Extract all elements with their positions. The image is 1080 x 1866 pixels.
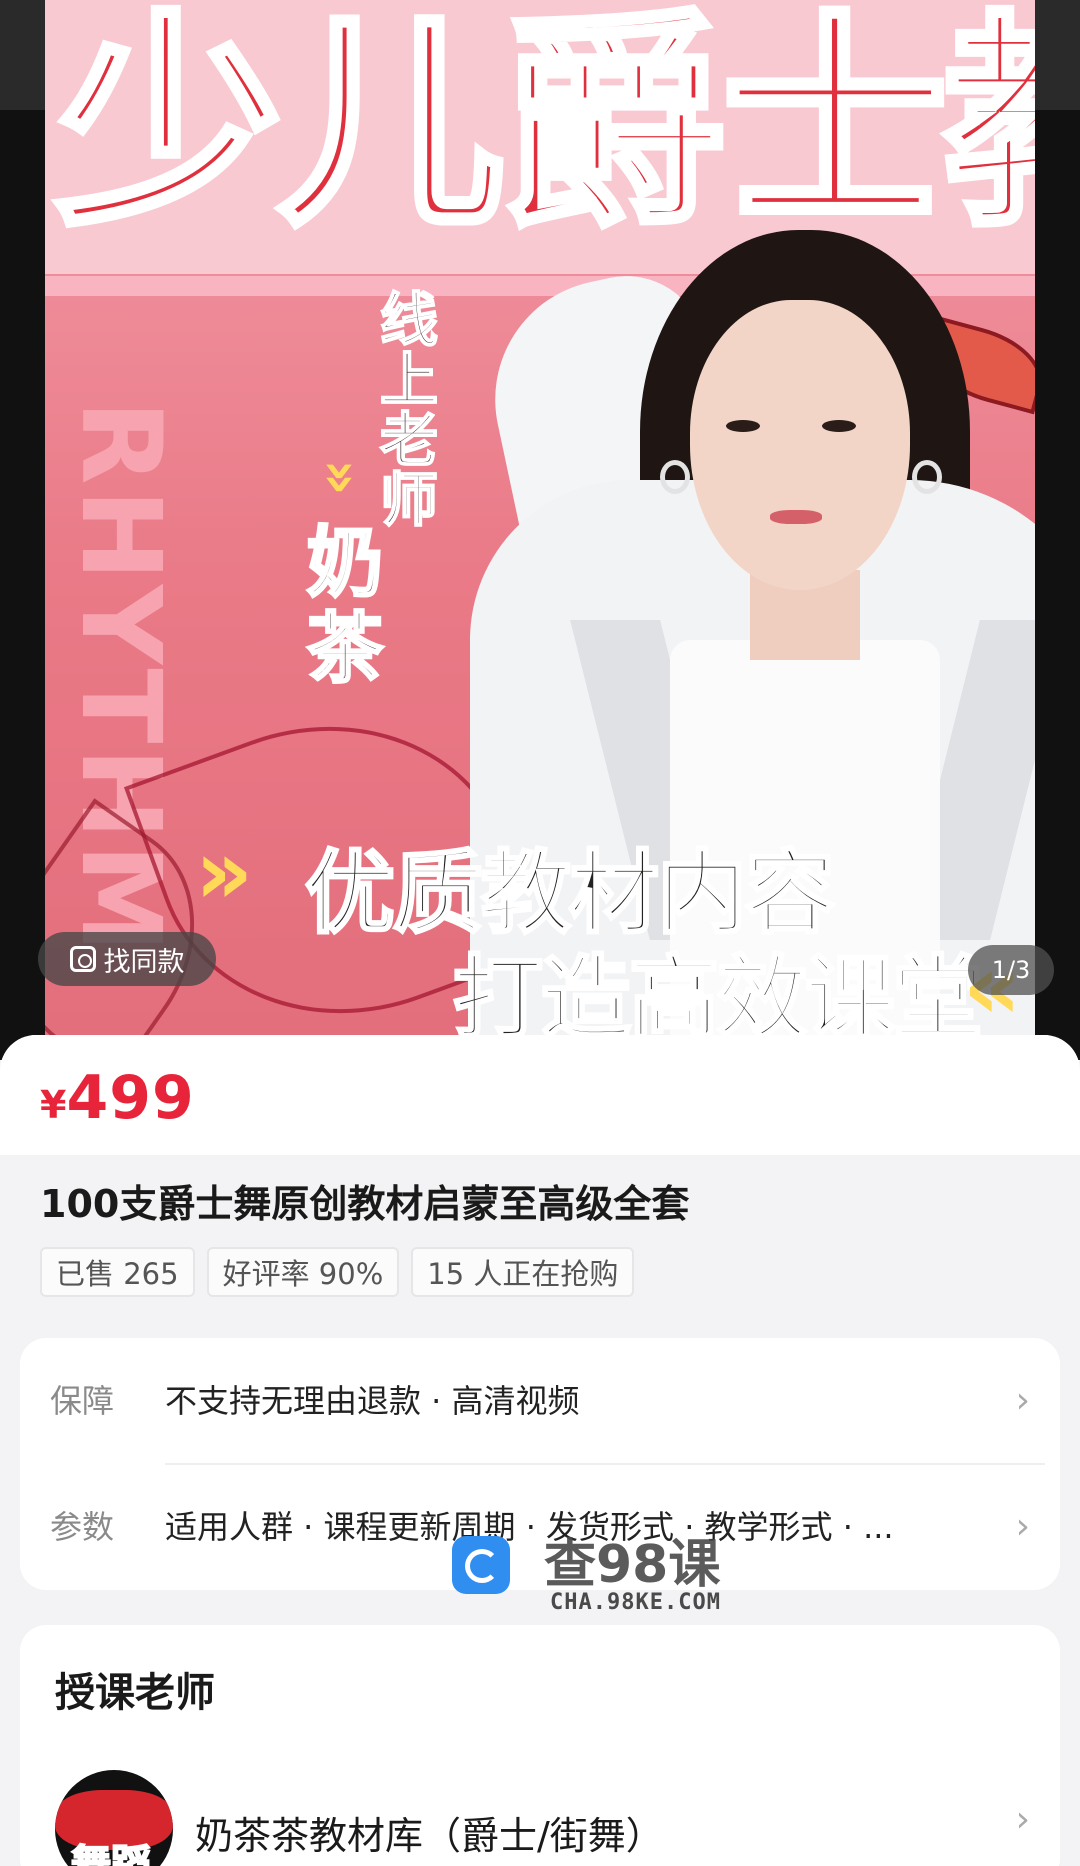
image-pager: 1/3: [968, 945, 1054, 995]
earring-icon: [660, 460, 690, 494]
product-title: 100支爵士舞原创教材启蒙至高级全套: [40, 1182, 690, 1226]
teacher-eye: [822, 420, 856, 432]
watermark-logo-icon: [452, 1536, 510, 1594]
watermark: 查98课 CHA.98KE.COM: [452, 1520, 752, 1630]
chevron-right-icon: ›: [1015, 1380, 1030, 1421]
chevron-double-icon: »: [308, 459, 374, 496]
product-detail-sheet: ¥499 100支爵士舞原创教材启蒙至高级全套 已售 265 好评率 90% 1…: [0, 1035, 1080, 1866]
guarantee-label: 保障: [50, 1382, 115, 1420]
chevron-right-icon[interactable]: ›: [1016, 1799, 1030, 1840]
earring-icon: [912, 460, 942, 494]
teacher-eye: [726, 420, 760, 432]
teacher-face: [690, 300, 910, 590]
find-similar-button[interactable]: 找同款: [38, 932, 216, 986]
avatar[interactable]: 舞蹈: [55, 1770, 173, 1866]
chip-rating: 好评率 90%: [206, 1247, 400, 1297]
product-poster-image: 少儿爵士教材 RHYTHM 线上老师 » 奶茶 » 优质教材内容 打造高效课堂: [45, 0, 1035, 1040]
product-image-carousel[interactable]: … 少儿爵士教材 RHYTHM 线上老师 » 奶茶 » 优: [0, 0, 1080, 1060]
teacher-card: 授课老师 舞蹈 奶茶茶教材库（爵士/街舞） ›: [20, 1625, 1060, 1866]
params-label: 参数: [50, 1508, 115, 1546]
poster-tag-name: 奶茶: [306, 518, 385, 693]
chevron-right-icon: ›: [1015, 1506, 1030, 1547]
sales-chips: 已售 265 好评率 90% 15 人正在抢购: [40, 1247, 635, 1297]
avatar-logo-text: 舞蹈: [70, 1841, 152, 1866]
price-value: 499: [66, 1063, 195, 1133]
price-area: ¥499: [0, 1035, 1080, 1155]
scan-search-icon: [69, 946, 96, 972]
chip-buying-now: 15 人正在抢购: [411, 1247, 635, 1297]
guarantee-value: 不支持无理由退款 · 高清视频: [165, 1382, 580, 1420]
teacher-mouth: [770, 510, 822, 524]
watermark-sub-text: CHA.98KE.COM: [550, 1590, 721, 1615]
currency-symbol: ¥: [40, 1083, 67, 1127]
guarantee-row[interactable]: 保障 不支持无理由退款 · 高清视频 ›: [20, 1338, 1060, 1464]
poster-tag-online: 线上老师: [379, 286, 439, 534]
section-title: 授课老师: [55, 1670, 215, 1716]
price: ¥499: [40, 1063, 195, 1133]
watermark-main-text: 查98课: [544, 1535, 721, 1595]
chip-sold: 已售 265: [40, 1247, 195, 1297]
find-similar-label: 找同款: [103, 946, 185, 978]
poster-slogan-line2: 打造高效课堂: [452, 945, 985, 1041]
chevron-double-icon: »: [195, 820, 253, 925]
teacher-name-link[interactable]: 奶茶茶教材库（爵士/街舞）: [195, 1805, 664, 1860]
